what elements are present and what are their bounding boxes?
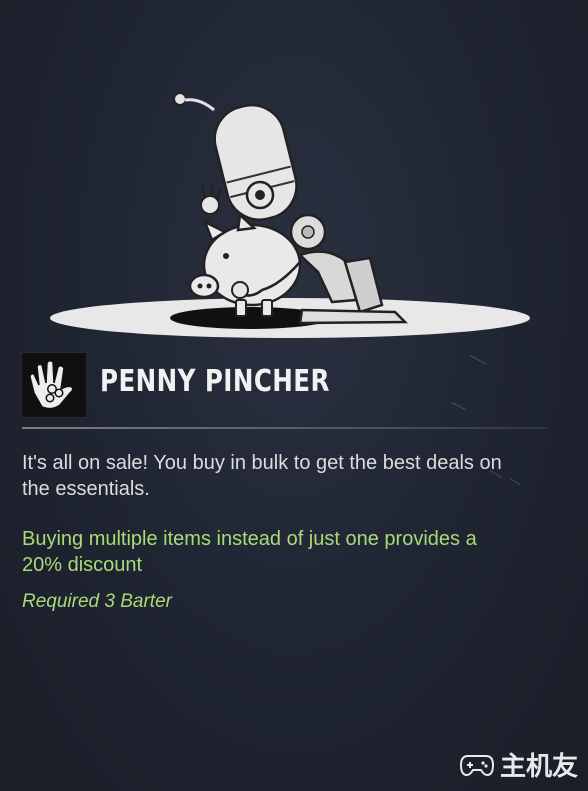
perk-description: It's all on sale! You buy in bulk to get… bbox=[22, 452, 502, 500]
gamepad-icon bbox=[459, 754, 494, 776]
perk-title: PENNY PINCHER bbox=[100, 364, 330, 399]
hand-with-coins-icon bbox=[29, 359, 74, 410]
watermark-text: 主机友 bbox=[499, 752, 578, 782]
perk-illustration bbox=[50, 92, 530, 338]
perk-requirement: Required 3 Barter bbox=[22, 591, 172, 612]
background-scratch bbox=[469, 355, 487, 365]
perk-icon bbox=[22, 353, 86, 417]
perk-effect: Buying multiple items instead of just on… bbox=[22, 528, 477, 576]
background-scratch bbox=[451, 402, 467, 411]
site-watermark: 主机友 bbox=[459, 746, 578, 783]
title-divider bbox=[22, 427, 547, 429]
